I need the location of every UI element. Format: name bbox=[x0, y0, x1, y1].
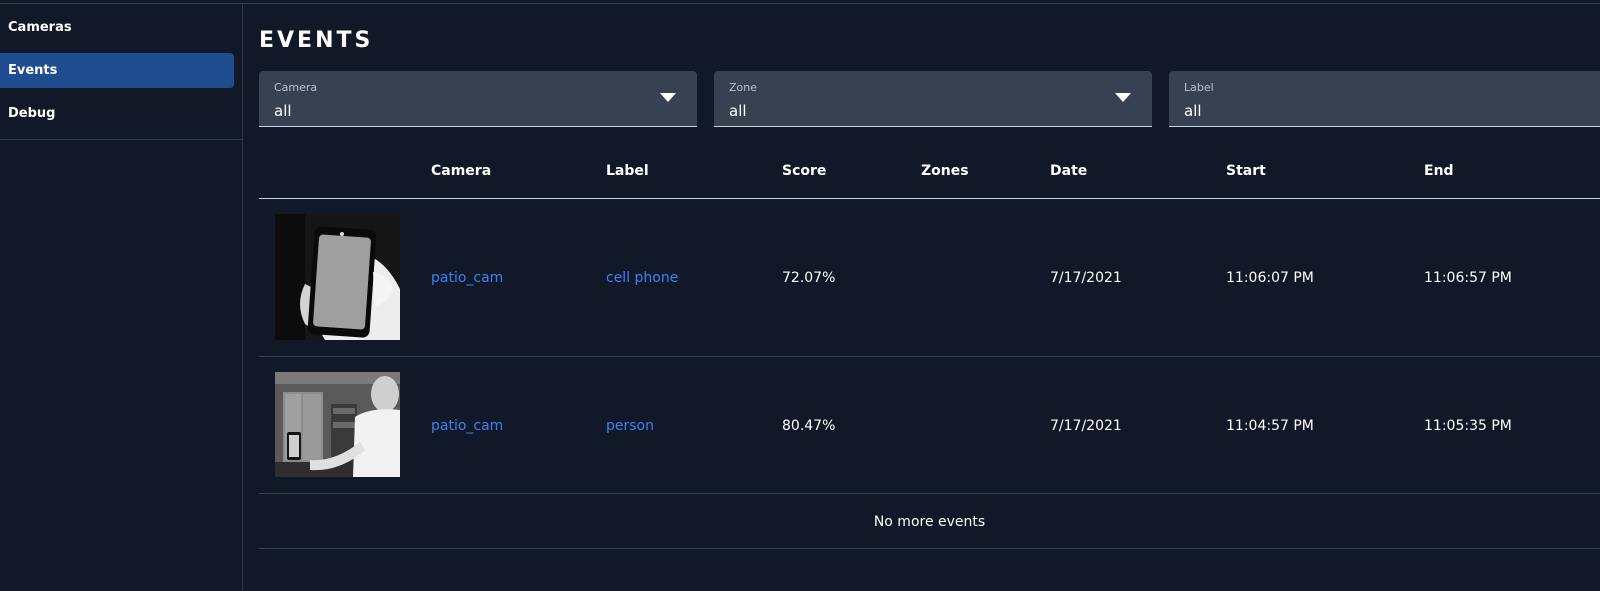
event-start-time: 11:04:57 PM bbox=[1226, 418, 1314, 434]
event-end-time: 11:06:57 PM bbox=[1424, 270, 1512, 286]
column-header-start[interactable]: Start bbox=[1226, 163, 1266, 179]
sidebar-divider bbox=[0, 139, 242, 140]
event-thumbnail-person[interactable] bbox=[275, 372, 400, 477]
column-header-end[interactable]: End bbox=[1424, 163, 1454, 179]
camera-filter-value: all bbox=[274, 102, 292, 120]
event-thumbnail-cell-phone[interactable] bbox=[275, 214, 400, 340]
sidebar: Cameras Events Debug bbox=[0, 4, 243, 591]
label-filter-value: all bbox=[1184, 102, 1202, 120]
sidebar-item-cameras[interactable]: Cameras bbox=[0, 10, 234, 45]
row-divider bbox=[259, 493, 1600, 494]
column-header-zones[interactable]: Zones bbox=[921, 163, 969, 179]
zone-filter-select[interactable]: Zone all bbox=[714, 71, 1152, 127]
event-start-time: 11:06:07 PM bbox=[1226, 270, 1314, 286]
event-date: 7/17/2021 bbox=[1050, 270, 1122, 286]
event-score: 72.07% bbox=[782, 270, 836, 286]
no-more-events-message: No more events bbox=[873, 514, 986, 530]
row-divider bbox=[259, 356, 1600, 357]
table-footer-divider bbox=[259, 548, 1600, 549]
event-camera-link[interactable]: patio_cam bbox=[431, 418, 503, 434]
label-filter-select[interactable]: Label all bbox=[1169, 71, 1600, 127]
main-content: EVENTS Camera all Zone all Label all Cam… bbox=[243, 4, 1600, 591]
sidebar-item-events[interactable]: Events bbox=[0, 53, 234, 88]
column-header-camera[interactable]: Camera bbox=[431, 163, 491, 179]
event-label-link[interactable]: cell phone bbox=[606, 270, 678, 286]
column-header-label[interactable]: Label bbox=[606, 163, 649, 179]
camera-filter-select[interactable]: Camera all bbox=[259, 71, 697, 127]
page-title: EVENTS bbox=[259, 28, 374, 53]
label-filter-label: Label bbox=[1184, 81, 1214, 94]
chevron-down-icon bbox=[1115, 93, 1131, 102]
camera-filter-label: Camera bbox=[274, 81, 318, 94]
column-header-date[interactable]: Date bbox=[1050, 163, 1087, 179]
event-label-link[interactable]: person bbox=[606, 418, 654, 434]
column-header-score[interactable]: Score bbox=[782, 163, 826, 179]
event-end-time: 11:05:35 PM bbox=[1424, 418, 1512, 434]
event-date: 7/17/2021 bbox=[1050, 418, 1122, 434]
zone-filter-label: Zone bbox=[729, 81, 758, 94]
zone-filter-value: all bbox=[729, 102, 747, 120]
event-camera-link[interactable]: patio_cam bbox=[431, 270, 503, 286]
chevron-down-icon bbox=[660, 93, 676, 102]
sidebar-item-debug[interactable]: Debug bbox=[0, 96, 234, 131]
event-score: 80.47% bbox=[782, 418, 836, 434]
table-header-divider bbox=[259, 198, 1600, 199]
